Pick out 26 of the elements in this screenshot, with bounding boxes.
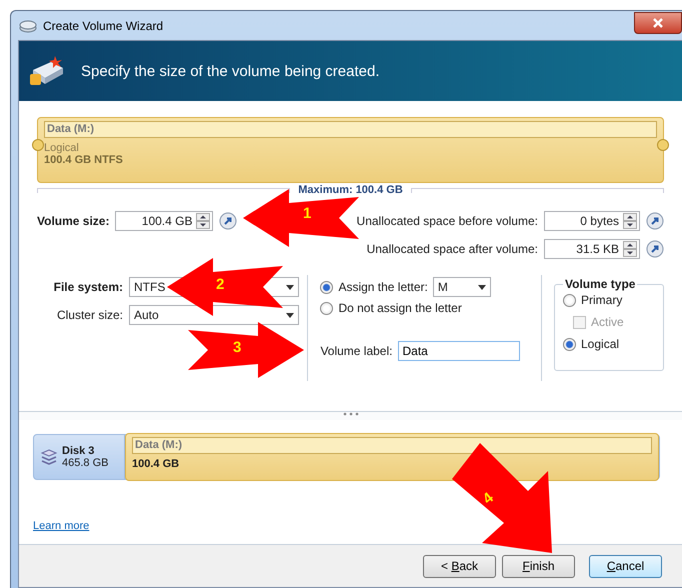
field-label: Cluster size: xyxy=(56,308,123,322)
window-title: Create Volume Wizard xyxy=(43,18,164,32)
field-label: Volume label: xyxy=(320,344,392,358)
callout-number: 4 xyxy=(480,489,497,508)
callout-number: 1 xyxy=(303,205,312,222)
field-label: Unallocated space after volume: xyxy=(366,242,538,256)
field-label: Volume size: xyxy=(37,214,110,228)
partition-name: Data (M:) xyxy=(132,437,652,454)
callout-number: 3 xyxy=(233,339,242,356)
field-label: File system: xyxy=(52,280,123,294)
group-title: Volume type xyxy=(564,277,636,291)
partition-size: 100.4 GB xyxy=(132,458,180,470)
radio-label: Do not assign the letter xyxy=(338,301,462,315)
maximum-size: Maximum: 100.4 GB xyxy=(297,184,404,196)
field-label: Unallocated space before volume: xyxy=(356,214,538,228)
disk-size: 465.8 GB xyxy=(62,457,108,469)
checkbox-label: Active xyxy=(591,315,624,329)
header-text: Specify the size of the volume being created. xyxy=(81,62,380,80)
partition-size: 100.4 GB NTFS xyxy=(44,154,124,166)
partition-type: Logical xyxy=(44,142,80,154)
disk-name: Disk 3 xyxy=(62,445,96,457)
radio-label: Logical xyxy=(581,337,620,351)
radio-label: Primary xyxy=(581,293,622,307)
partition-name: Data (M:) xyxy=(44,121,657,138)
radio-label: Assign the letter: xyxy=(338,280,428,294)
callout-number: 2 xyxy=(216,276,224,293)
